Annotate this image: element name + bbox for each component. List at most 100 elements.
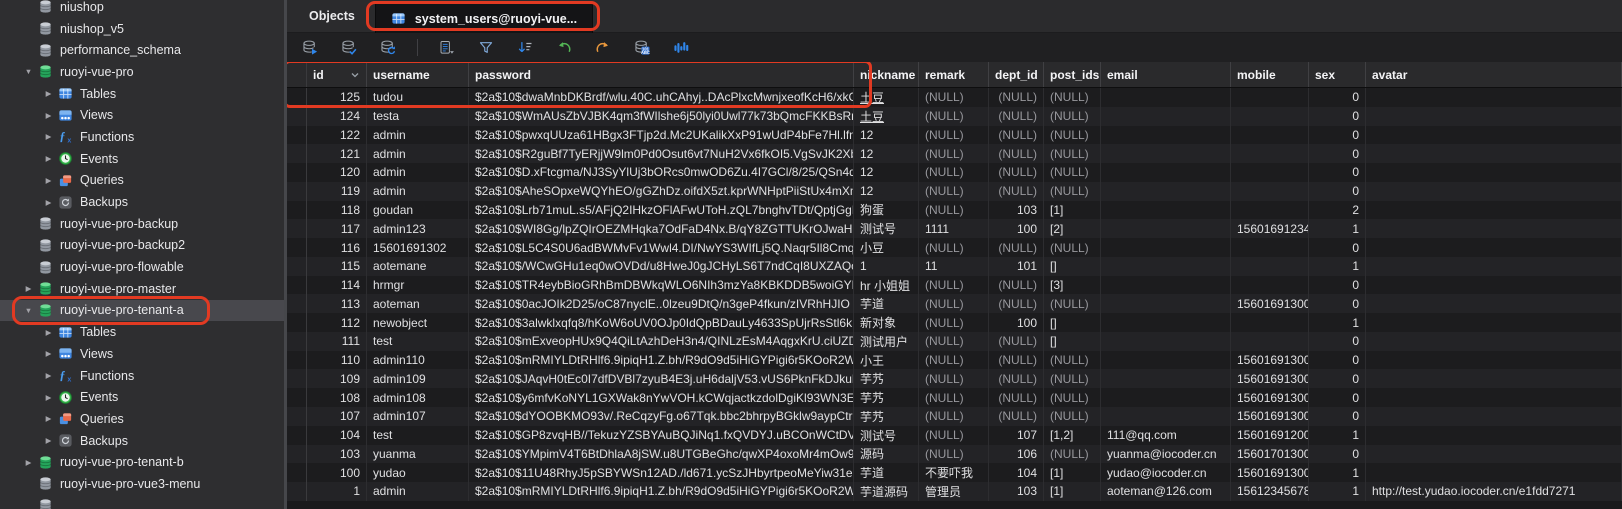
cell-post_ids[interactable]: [2] — [1044, 219, 1101, 238]
sidebar-item-partial[interactable] — [0, 495, 284, 509]
cell-password[interactable]: $2a$10$y6mfvKoNYL1GXWak8nYwVOH.kCWqjactk… — [469, 388, 854, 407]
cell-remark[interactable]: (NULL) — [919, 313, 989, 332]
chevron-collapsed-icon[interactable]: ▶ — [42, 436, 55, 445]
cell-mobile[interactable] — [1231, 88, 1309, 107]
cell-email[interactable] — [1101, 144, 1231, 163]
cell-remark[interactable]: (NULL) — [919, 182, 989, 201]
cell-username[interactable]: test — [367, 426, 469, 445]
cell-nickname[interactable]: 芋道 — [854, 294, 919, 313]
cell-dept_id[interactable]: (NULL) — [989, 276, 1044, 295]
cell-password[interactable]: $2a$10$mRMIYLDtRHlf6.9ipiqH1.Z.bh/R9dO9d… — [469, 351, 854, 370]
cell-email[interactable] — [1101, 388, 1231, 407]
cell-remark[interactable]: 1111 — [919, 219, 989, 238]
cell-sex[interactable]: 0 — [1309, 294, 1366, 313]
sidebar-item-functions[interactable]: ▶ƒxFunctions — [0, 126, 284, 148]
cell-nickname[interactable]: 芋艿 — [854, 407, 919, 426]
cell-avatar[interactable] — [1366, 445, 1622, 464]
sidebar-item-queries[interactable]: ▶Queries — [0, 408, 284, 430]
table-row-id-111[interactable]: 111test$2a$10$mExveopHUx9Q4QiLtAzhDeH3n4… — [287, 332, 1622, 351]
column-header-email[interactable]: email — [1101, 62, 1231, 87]
cell-nickname[interactable]: 12 — [854, 163, 919, 182]
chevron-collapsed-icon[interactable]: ▶ — [42, 349, 55, 358]
table-row-id-107[interactable]: 107admin107$2a$10$dYOOBKMO93v/.ReCqzyFg.… — [287, 407, 1622, 426]
table-row-id-112[interactable]: 112newobject$2a$10$3alwklxqfq8/hKoW6oUV0… — [287, 313, 1622, 332]
cell-dept_id[interactable]: (NULL) — [989, 107, 1044, 126]
cell-remark[interactable]: (NULL) — [919, 407, 989, 426]
sidebar-item-niushop-v5[interactable]: niushop_v5 — [0, 18, 284, 40]
chevron-collapsed-icon[interactable]: ▶ — [42, 371, 55, 380]
tab-objects[interactable]: Objects — [287, 0, 377, 32]
cell-id[interactable]: 118 — [307, 201, 367, 220]
cell-avatar[interactable] — [1366, 388, 1622, 407]
chevron-down-icon[interactable] — [350, 70, 360, 80]
cell-username[interactable]: yuanma — [367, 445, 469, 464]
cell-post_ids[interactable]: (NULL) — [1044, 182, 1101, 201]
cell-password[interactable]: $2a$10$11U48RhyJ5pSBYWSn12AD./ld671.ycSz… — [469, 463, 854, 482]
cell-dept_id[interactable]: (NULL) — [989, 351, 1044, 370]
cell-avatar[interactable] — [1366, 463, 1622, 482]
cell-username[interactable]: admin123 — [367, 219, 469, 238]
cell-nickname[interactable]: 源码 — [854, 445, 919, 464]
chevron-expanded-icon[interactable]: ▼ — [22, 306, 35, 315]
cell-sex[interactable]: 0 — [1309, 332, 1366, 351]
cell-remark[interactable]: (NULL) — [919, 294, 989, 313]
table-row-id-118[interactable]: 118goudan$2a$10$Lrb71muL.s5/AFjQ2IHkzOFl… — [287, 201, 1622, 220]
cell-sex[interactable]: 1 — [1309, 219, 1366, 238]
cell-mobile[interactable] — [1231, 313, 1309, 332]
cell-username[interactable]: hrmgr — [367, 276, 469, 295]
cell-post_ids[interactable]: (NULL) — [1044, 445, 1101, 464]
cell-nickname[interactable]: 芋道源码 — [854, 482, 919, 501]
sidebar-item-ruoyi-vue-pro-vue3-menu[interactable]: ruoyi-vue-pro-vue3-menu — [0, 473, 284, 495]
cell-sex[interactable]: 0 — [1309, 163, 1366, 182]
cell-sex[interactable]: 0 — [1309, 107, 1366, 126]
cell-nickname[interactable]: 狗蛋 — [854, 201, 919, 220]
cell-post_ids[interactable]: (NULL) — [1044, 107, 1101, 126]
cell-id[interactable]: 125 — [307, 88, 367, 107]
cell-sex[interactable]: 0 — [1309, 126, 1366, 145]
cell-email[interactable] — [1101, 407, 1231, 426]
cell-post_ids[interactable]: (NULL) — [1044, 163, 1101, 182]
cell-nickname[interactable]: 芋艿 — [854, 369, 919, 388]
cell-id[interactable]: 110 — [307, 351, 367, 370]
sidebar-item-views[interactable]: ▶Views — [0, 104, 284, 126]
cell-email[interactable] — [1101, 219, 1231, 238]
cell-sex[interactable]: 1 — [1309, 482, 1366, 501]
charts-button[interactable] — [668, 37, 694, 59]
cell-post_ids[interactable]: [] — [1044, 313, 1101, 332]
cell-username[interactable]: admin107 — [367, 407, 469, 426]
table-row-id-121[interactable]: 121admin$2a$10$R2guBf7TyERjjW9lm0Pd0Osut… — [287, 144, 1622, 163]
chevron-collapsed-icon[interactable]: ▶ — [42, 328, 55, 337]
cell-password[interactable]: $2a$10$AheSOpxeWQYhEO/gGZhDz.oifdX5zt.kp… — [469, 182, 854, 201]
cell-sex[interactable]: 0 — [1309, 238, 1366, 257]
cell-avatar[interactable] — [1366, 276, 1622, 295]
cell-sex[interactable]: 2 — [1309, 201, 1366, 220]
cell-username[interactable]: testa — [367, 107, 469, 126]
cell-username[interactable]: admin — [367, 182, 469, 201]
table-row-id-114[interactable]: 114hrmgr$2a$10$TR4eybBioGRhBmDBWkqWLO6NI… — [287, 276, 1622, 295]
cell-avatar[interactable] — [1366, 163, 1622, 182]
sidebar-item-events[interactable]: ▶Events — [0, 386, 284, 408]
column-header-password[interactable]: password — [469, 62, 854, 87]
cell-username[interactable]: tudou — [367, 88, 469, 107]
sidebar-item-ruoyi-vue-pro-backup[interactable]: ruoyi-vue-pro-backup — [0, 213, 284, 235]
cell-post_ids[interactable]: (NULL) — [1044, 388, 1101, 407]
cell-mobile[interactable] — [1231, 144, 1309, 163]
cell-post_ids[interactable]: [] — [1044, 257, 1101, 276]
sidebar-item-functions[interactable]: ▶ƒxFunctions — [0, 365, 284, 387]
cell-dept_id[interactable]: 101 — [989, 257, 1044, 276]
begin-transaction-button[interactable] — [297, 37, 323, 59]
cell-email[interactable] — [1101, 294, 1231, 313]
cell-nickname[interactable]: hr 小姐姐 — [854, 276, 919, 295]
cell-sex[interactable]: 0 — [1309, 88, 1366, 107]
cell-username[interactable]: 15601691302 — [367, 238, 469, 257]
sidebar-item-views[interactable]: ▶Views — [0, 343, 284, 365]
cell-password[interactable]: $2a$10$YMpimV4T6BtDhlaA8jSW.u8UTGBeGhc/q… — [469, 445, 854, 464]
cell-remark[interactable]: (NULL) — [919, 107, 989, 126]
cell-mobile[interactable]: 15601691200 — [1231, 426, 1309, 445]
cell-avatar[interactable] — [1366, 182, 1622, 201]
cell-dept_id[interactable]: (NULL) — [989, 126, 1044, 145]
cell-avatar[interactable] — [1366, 107, 1622, 126]
cell-password[interactable]: $2a$10$/WCwGHu1eq0wOVDd/u8HweJ0gJCHyLS6T… — [469, 257, 854, 276]
cell-password[interactable]: $2a$10$WI8Gg/lpZQIrOEZMHqka7OdFaD4Nx.B/q… — [469, 219, 854, 238]
cell-password[interactable]: $2a$10$mExveopHUx9Q4QiLtAzhDeH3n4/QINLzE… — [469, 332, 854, 351]
